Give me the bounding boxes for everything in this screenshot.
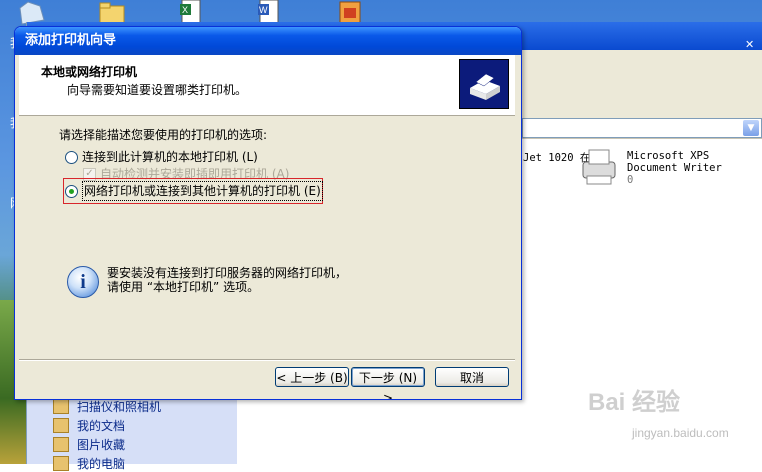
radio-label[interactable]: 连接到此计算机的本地打印机 (L) [82,148,258,166]
info-icon: i [67,266,99,298]
scanner-icon [53,399,69,414]
printer-name[interactable]: Microsoft XPS [627,150,709,162]
prompt-text: 请选择能描述您要使用的打印机的选项: [59,128,268,142]
wizard-header: 本地或网络打印机 向导需要知道要设置哪类打印机。 [19,55,515,116]
watermark-logo: Bai 经验 [588,389,681,416]
address-bar[interactable]: ▼ [522,118,762,138]
divider [19,359,515,361]
svg-text:W: W [259,5,268,15]
watermark-url: jingyan.baidu.com [632,426,729,440]
next-button[interactable]: 下一步 (N) > [351,367,425,399]
task-link-my-documents[interactable]: 我的文档 [77,417,125,434]
radio-button-selected[interactable] [65,184,78,198]
header-subtitle: 向导需要知道要设置哪类打印机。 [67,83,248,97]
printer-name[interactable]: Document Writer [627,162,722,174]
chevron-down-icon[interactable]: ▼ [743,120,759,136]
pictures-icon [53,437,69,452]
radio-button[interactable] [65,150,78,164]
add-printer-wizard: 添加打印机向导 本地或网络打印机 向导需要知道要设置哪类打印机。 请选择能描述您… [14,26,522,400]
radio-label[interactable]: 网络打印机或连接到其他计算机的打印机 (E) [82,181,323,201]
cancel-button[interactable]: 取消 [435,367,509,387]
back-button[interactable]: < 上一步 (B) [275,367,349,387]
task-link-scanners[interactable]: 扫描仪和照相机 [77,398,161,415]
info-line: 请使用 “本地打印机” 选项。 [107,280,260,294]
svg-text:X: X [182,5,188,15]
printer-icon [459,59,509,109]
info-line: 要安装没有连接到打印服务器的网络打印机， [107,266,348,280]
wizard-titlebar[interactable]: 添加打印机向导 [15,27,521,55]
radio-local-printer[interactable]: 连接到此计算机的本地打印机 (L) [65,148,258,166]
documents-icon [53,418,69,433]
task-pane: 扫描仪和照相机 我的文档 图片收藏 我的电脑 [27,394,237,471]
wizard-body: 请选择能描述您要使用的打印机的选项: 连接到此计算机的本地打印机 (L) ✓ 自… [19,116,515,356]
radio-network-printer[interactable]: 网络打印机或连接到其他计算机的打印机 (E) [65,181,323,201]
info-text: 要安装没有连接到打印服务器的网络打印机， 请使用 “本地打印机” 选项。 [107,266,347,294]
header-title: 本地或网络打印机 [41,65,138,79]
task-link-my-pictures[interactable]: 图片收藏 [77,436,125,453]
printer-count: 0 [627,174,634,186]
printer-icon[interactable] [577,146,621,190]
